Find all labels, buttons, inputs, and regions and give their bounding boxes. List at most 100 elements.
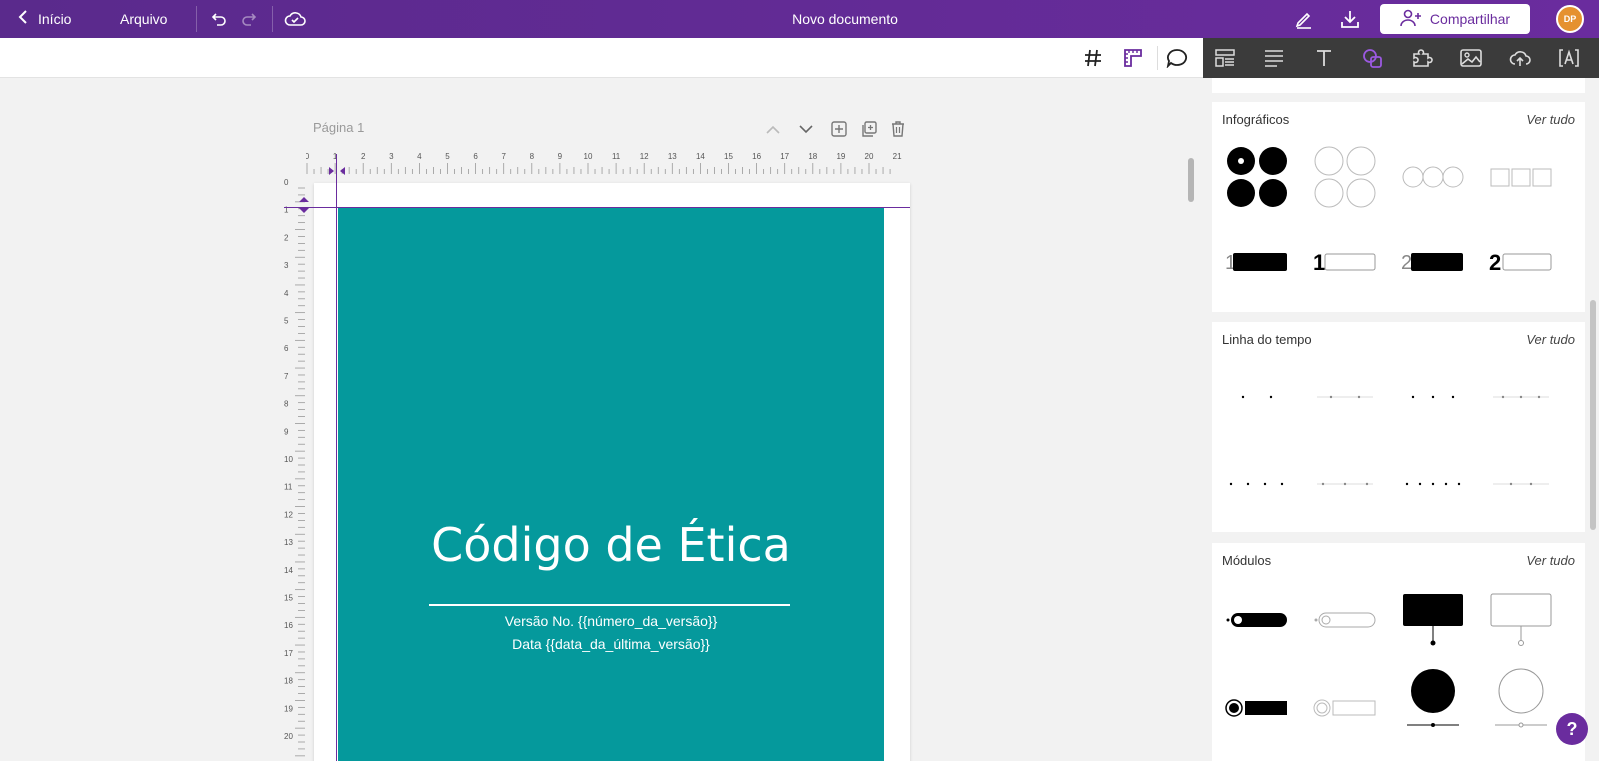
panel-scrollbar[interactable]	[1590, 300, 1596, 530]
ruler-label: 21	[893, 152, 902, 161]
infographic-numbered-bar-2-outline[interactable]: 2	[1486, 227, 1556, 297]
svg-text:2: 2	[1401, 252, 1412, 274]
chevron-up-icon[interactable]	[764, 120, 782, 138]
add-user-icon	[1400, 9, 1422, 30]
ruler-label: 10	[284, 455, 293, 464]
version-line[interactable]: Versão No. {{número_da_versão}}	[338, 613, 884, 629]
module-circle-filled[interactable]	[1398, 663, 1468, 733]
margin-guide-vertical	[336, 154, 337, 761]
ruler-label: 13	[284, 538, 293, 547]
ruler-label: 2	[361, 152, 366, 161]
ruler-label: 5	[445, 152, 450, 161]
horizontal-ruler[interactable]: 0123456789101112131415161718192021	[306, 150, 910, 176]
ruler-label: 15	[284, 594, 293, 603]
ruler-label: 10	[584, 152, 593, 161]
module-circle-outline[interactable]	[1486, 663, 1556, 733]
pen-icon[interactable]	[1291, 6, 1317, 32]
ruler-label: 19	[836, 152, 845, 161]
timeline-five-points-dark[interactable]	[1398, 449, 1468, 519]
layout-blocks-icon[interactable]	[1213, 46, 1237, 70]
timeline-three-points-line[interactable]	[1310, 449, 1380, 519]
ruler-indent-marker[interactable]	[328, 166, 346, 176]
panel-card-previous	[1212, 78, 1585, 93]
add-page-icon[interactable]	[830, 120, 848, 138]
ruler-label: 18	[808, 152, 817, 161]
hashtag-icon[interactable]	[1080, 45, 1106, 71]
vertical-ruler[interactable]: 01234567891011121314151617181920	[280, 178, 306, 761]
help-button[interactable]: ?	[1556, 713, 1588, 745]
see-all-link[interactable]: Ver tudo	[1526, 553, 1575, 568]
timeline-three-points-light[interactable]	[1486, 362, 1556, 432]
ruler-label: 4	[417, 152, 422, 161]
chevron-down-icon[interactable]	[797, 120, 815, 138]
ruler-label: 9	[558, 152, 563, 161]
ruler-label: 17	[284, 649, 293, 658]
share-button[interactable]: Compartilhar	[1380, 4, 1530, 34]
margin-guide-horizontal	[284, 207, 910, 208]
ruler-label: 12	[640, 152, 649, 161]
top-bar: Início Arquivo Novo documento Compartilh…	[0, 0, 1599, 38]
upload-cloud-icon[interactable]	[1508, 46, 1532, 70]
timeline-two-points-dark[interactable]	[1222, 362, 1292, 432]
module-pill-filled[interactable]	[1222, 585, 1292, 655]
duplicate-page-icon[interactable]	[860, 120, 878, 138]
module-radio-outline[interactable]	[1310, 673, 1380, 743]
download-icon[interactable]	[1337, 6, 1363, 32]
section-title: Infográficos	[1222, 112, 1290, 127]
ruler-label: 7	[284, 372, 289, 381]
ruler-icon[interactable]	[1120, 45, 1146, 71]
module-box-outline[interactable]	[1486, 585, 1556, 655]
image-icon[interactable]	[1459, 46, 1483, 70]
module-pill-outline[interactable]	[1310, 585, 1380, 655]
ruler-label: 13	[668, 152, 677, 161]
infographic-dots-filled[interactable]	[1222, 142, 1292, 212]
ruler-label: 12	[284, 510, 293, 519]
cover-title[interactable]: Código de Ética	[338, 518, 884, 572]
ruler-label: 6	[284, 344, 289, 353]
paragraph-icon[interactable]	[1262, 46, 1286, 70]
timeline-three-points-dark[interactable]	[1398, 362, 1468, 432]
comment-icon[interactable]	[1164, 45, 1190, 71]
ruler-label: 19	[284, 704, 293, 713]
ruler-label: 2	[284, 233, 289, 242]
module-box-filled[interactable]	[1398, 585, 1468, 655]
ruler-label: 3	[284, 261, 289, 270]
ruler-label: 0	[284, 178, 289, 187]
module-radio-filled[interactable]	[1222, 673, 1292, 743]
see-all-link[interactable]: Ver tudo	[1526, 112, 1575, 127]
infographics-section: Infográficos Ver tudo 1 1 2 2	[1212, 102, 1585, 312]
infographic-three-circles[interactable]	[1398, 142, 1468, 212]
page-label: Página 1	[313, 120, 365, 135]
ruler-label: 16	[752, 152, 761, 161]
infographic-numbered-bar-2-filled[interactable]: 2	[1398, 227, 1468, 297]
infographic-dots-outline[interactable]	[1310, 142, 1380, 212]
ruler-margin-marker[interactable]	[298, 196, 310, 214]
section-title: Módulos	[1222, 553, 1272, 568]
ruler-label: 14	[284, 566, 293, 575]
infographic-numbered-bar-1-filled[interactable]: 1	[1222, 227, 1292, 297]
puzzle-icon[interactable]	[1410, 46, 1434, 70]
share-label: Compartilhar	[1429, 11, 1511, 27]
modules-section: Módulos Ver tudo	[1212, 543, 1585, 761]
timeline-four-points-dark[interactable]	[1222, 449, 1292, 519]
document-canvas[interactable]: Página 1 0 12 3 4 5 6 7 8 9 10 11 12 13 14 15 16 17 18 19 2…	[0, 78, 1203, 761]
timeline-two-points-light[interactable]	[1310, 362, 1380, 432]
timeline-two-points-line[interactable]	[1486, 449, 1556, 519]
ruler-label: 9	[284, 427, 289, 436]
editor-toolbar	[0, 38, 1203, 78]
panel-tab-bar	[1203, 38, 1599, 78]
date-line[interactable]: Data {{data_da_última_versão}}	[338, 636, 884, 652]
trash-icon[interactable]	[889, 120, 907, 138]
shapes-icon[interactable]	[1361, 46, 1385, 70]
infographic-three-squares[interactable]	[1486, 142, 1556, 212]
canvas-scrollbar[interactable]	[1188, 158, 1194, 202]
elements-panel: Infográficos Ver tudo 1 1 2 2 Linha do t…	[1203, 78, 1599, 761]
see-all-link[interactable]: Ver tudo	[1526, 332, 1575, 347]
cover-block[interactable]	[338, 208, 884, 761]
avatar[interactable]: DP	[1556, 5, 1584, 33]
infographic-numbered-bar-1-outline[interactable]: 1	[1310, 227, 1380, 297]
variable-field-icon[interactable]	[1557, 46, 1581, 70]
ruler-label: 18	[284, 677, 293, 686]
text-icon[interactable]	[1312, 46, 1336, 70]
svg-text:1: 1	[1313, 250, 1325, 275]
